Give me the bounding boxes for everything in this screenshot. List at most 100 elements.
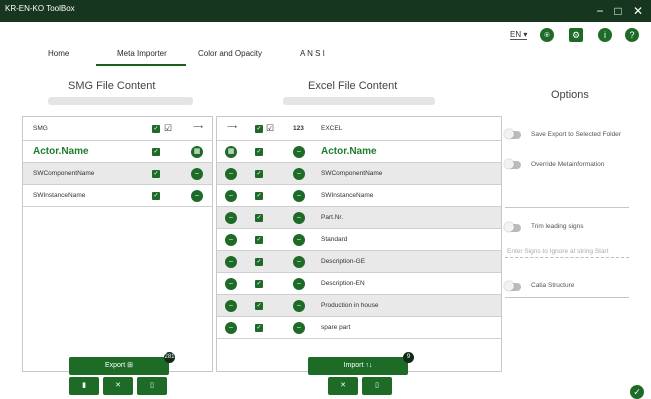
minus-icon[interactable]: – bbox=[225, 278, 237, 290]
trim-toggle[interactable] bbox=[504, 222, 521, 232]
minus-icon[interactable]: – bbox=[293, 168, 305, 180]
minus-icon[interactable]: – bbox=[293, 256, 305, 268]
minus-icon[interactable]: – bbox=[225, 212, 237, 224]
settings-icon[interactable]: ⚙ bbox=[569, 28, 583, 42]
title-bar: KR-EN-KO ToolBox − □ ✕ bbox=[0, 0, 651, 22]
export-button[interactable]: Export ⊞ bbox=[69, 357, 169, 375]
catia-toggle[interactable] bbox=[504, 281, 521, 291]
minus-icon[interactable]: – bbox=[225, 234, 237, 246]
help-icon[interactable]: ? bbox=[625, 28, 639, 42]
tab-color-opacity[interactable]: Color and Opacity bbox=[198, 49, 262, 58]
row-checkbox[interactable]: ✓ bbox=[152, 170, 160, 178]
minus-icon[interactable]: – bbox=[293, 322, 305, 334]
file-export-button[interactable]: ▮ bbox=[69, 377, 99, 395]
clear-import-button[interactable]: ✕ bbox=[328, 377, 358, 395]
excel-filename bbox=[283, 97, 435, 105]
smg-row[interactable]: SWInstanceName ✓ – bbox=[23, 185, 212, 207]
excel-row-label: Production in house bbox=[321, 302, 379, 309]
tab-meta-importer[interactable]: Meta Importer bbox=[117, 49, 167, 58]
link-arrow-icon[interactable]: ⟶ bbox=[193, 123, 203, 131]
minus-icon[interactable]: – bbox=[293, 234, 305, 246]
sort-icon: ↑↓ bbox=[365, 362, 373, 369]
minus-icon[interactable]: – bbox=[293, 190, 305, 202]
row-checkbox[interactable]: ✓ bbox=[152, 192, 160, 200]
excel-header-label: EXCEL bbox=[321, 125, 343, 132]
row-checkbox[interactable]: ✓ bbox=[255, 324, 263, 332]
excel-row[interactable]: – ✓ – Description-EN bbox=[217, 273, 501, 295]
row-checkbox[interactable]: ✓ bbox=[255, 192, 263, 200]
minus-icon[interactable]: – bbox=[225, 322, 237, 334]
linked-icon[interactable]: ▦ bbox=[191, 146, 203, 158]
save-export-toggle[interactable] bbox=[504, 129, 521, 139]
excel-row[interactable]: – ✓ – Production in house bbox=[217, 295, 501, 317]
excel-row[interactable]: – ✓ – Part.Nr. bbox=[217, 207, 501, 229]
minus-icon[interactable]: – bbox=[225, 190, 237, 202]
save-export-label: Save Export to Selected Folder bbox=[531, 131, 621, 138]
row-checkbox[interactable]: ✓ bbox=[255, 280, 263, 288]
excel-row-label: Actor.Name bbox=[321, 146, 377, 157]
excel-row[interactable]: – ✓ – Standard bbox=[217, 229, 501, 251]
override-toggle[interactable] bbox=[504, 159, 521, 169]
number-type-icon: 123 bbox=[293, 125, 304, 132]
row-checkbox[interactable]: ✓ bbox=[255, 214, 263, 222]
smg-row[interactable]: SWComponentName ✓ – bbox=[23, 163, 212, 185]
row-checkbox[interactable]: ✓ bbox=[255, 148, 263, 156]
check-list-icon[interactable]: ☑ bbox=[164, 123, 172, 134]
minus-icon[interactable]: – bbox=[225, 256, 237, 268]
row-checkbox[interactable]: ✓ bbox=[152, 148, 160, 156]
excel-row[interactable]: – ✓ – Description-GE bbox=[217, 251, 501, 273]
row-checkbox[interactable]: ✓ bbox=[255, 236, 263, 244]
minus-icon[interactable]: – bbox=[293, 146, 305, 158]
minus-icon[interactable]: – bbox=[293, 278, 305, 290]
export-label: Export bbox=[104, 362, 126, 369]
table-icon: ⊞ bbox=[127, 362, 134, 369]
excel-row-label: Description-GE bbox=[321, 258, 366, 265]
minus-icon[interactable]: – bbox=[293, 212, 305, 224]
minus-icon[interactable]: – bbox=[225, 300, 237, 312]
excel-row-label: SWInstanceName bbox=[321, 192, 374, 199]
excel-row-label: SWComponentName bbox=[321, 170, 383, 177]
clear-button[interactable]: ✕ bbox=[103, 377, 133, 395]
excel-row[interactable]: – ✓ – SWComponentName bbox=[217, 163, 501, 185]
import-button[interactable]: Import ↑↓ bbox=[308, 357, 408, 375]
excel-header-row: ⟶ ✓ ☑ 123 EXCEL bbox=[217, 117, 501, 141]
row-checkbox[interactable]: ✓ bbox=[255, 170, 263, 178]
smg-row-label: Actor.Name bbox=[33, 146, 89, 157]
language-value: EN bbox=[510, 30, 522, 39]
excel-row[interactable]: – ✓ – SWInstanceName bbox=[217, 185, 501, 207]
language-select[interactable]: EN ▾ bbox=[510, 30, 528, 40]
excel-row[interactable]: – ✓ – spare part bbox=[217, 317, 501, 339]
smg-filename bbox=[48, 97, 193, 105]
excel-title: Excel File Content bbox=[308, 80, 398, 92]
linked-icon[interactable]: ▦ bbox=[225, 146, 237, 158]
catia-label: Catia Structure bbox=[531, 282, 575, 289]
maximize-button[interactable]: □ bbox=[607, 0, 629, 22]
row-checkbox[interactable]: ✓ bbox=[255, 302, 263, 310]
smg-row[interactable]: Actor.Name ✓ ▦ bbox=[23, 141, 212, 163]
new-file-button[interactable]: ▯ bbox=[137, 377, 167, 395]
minus-icon[interactable]: – bbox=[191, 190, 203, 202]
tab-home[interactable]: Home bbox=[48, 49, 69, 58]
smg-header-label: SMG bbox=[33, 125, 48, 132]
award-icon[interactable]: ⍟ bbox=[540, 28, 554, 42]
trim-input[interactable]: Enter Signs to Ignore at string Start bbox=[507, 248, 609, 255]
minus-icon[interactable]: – bbox=[191, 168, 203, 180]
select-all-checkbox[interactable]: ✓ bbox=[255, 125, 263, 133]
new-import-file-button[interactable]: ▯ bbox=[362, 377, 392, 395]
excel-row-label: Part.Nr. bbox=[321, 214, 344, 221]
check-list-icon[interactable]: ☑ bbox=[266, 123, 274, 134]
select-all-checkbox[interactable]: ✓ bbox=[152, 125, 160, 133]
minus-icon[interactable]: – bbox=[293, 300, 305, 312]
override-label: Override Metainformation bbox=[531, 161, 605, 168]
smg-row-label: SWComponentName bbox=[33, 170, 95, 177]
active-tab-indicator bbox=[96, 64, 186, 66]
minus-icon[interactable]: – bbox=[225, 168, 237, 180]
row-checkbox[interactable]: ✓ bbox=[255, 258, 263, 266]
excel-row[interactable]: ▦ ✓ – Actor.Name bbox=[217, 141, 501, 163]
tab-ansi[interactable]: A N S I bbox=[300, 49, 325, 58]
divider bbox=[505, 297, 629, 298]
divider bbox=[505, 207, 629, 208]
info-icon[interactable]: i bbox=[598, 28, 612, 42]
link-arrow-icon[interactable]: ⟶ bbox=[227, 123, 237, 131]
close-button[interactable]: ✕ bbox=[627, 0, 649, 22]
